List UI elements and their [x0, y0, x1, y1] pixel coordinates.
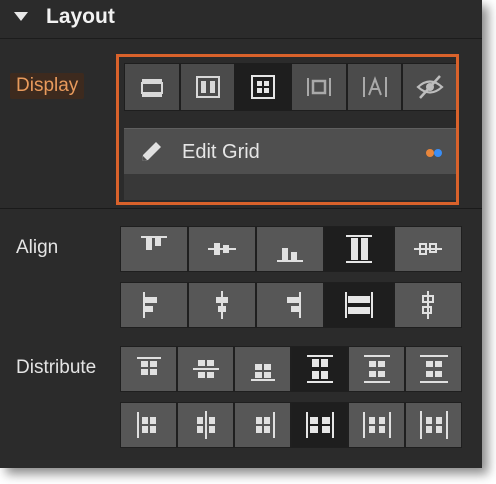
distribute-center-horizontal-button[interactable]	[177, 402, 234, 448]
align-top-button[interactable]	[120, 226, 188, 272]
distribute-left-icon	[136, 412, 156, 438]
align-top-icon	[141, 236, 167, 250]
distribute-left-button[interactable]	[120, 402, 177, 448]
align-bottom-button[interactable]	[256, 226, 324, 272]
align-center-vertical-button[interactable]	[188, 226, 256, 272]
distribute-space-evenly-horizontal-icon	[419, 411, 448, 439]
distribute-space-between-vertical-icon	[306, 355, 333, 383]
distribute-space-around-vertical-icon	[363, 355, 390, 383]
display-label: Display	[10, 73, 85, 99]
distribute-space-between-vertical-button[interactable]	[291, 346, 348, 392]
align-bottom-icon	[277, 248, 303, 262]
section-divider	[0, 208, 482, 209]
align-right-icon	[287, 292, 301, 318]
distribute-space-around-vertical-button[interactable]	[348, 346, 405, 392]
align-baseline-button[interactable]	[394, 226, 462, 272]
align-baseline-horizontal-icon	[422, 291, 434, 319]
align-baseline-horizontal-button[interactable]	[394, 282, 462, 328]
distribute-right-icon	[255, 412, 275, 438]
align-row-2	[120, 282, 462, 328]
align-stretch-vertical-button[interactable]	[324, 226, 394, 272]
distribute-center-horizontal-icon	[196, 411, 215, 439]
align-label: Align	[16, 237, 59, 258]
distribute-center-button[interactable]	[177, 346, 234, 392]
distribute-label: Distribute	[16, 357, 97, 378]
distribute-row-2	[120, 402, 462, 448]
align-left-button[interactable]	[120, 282, 188, 328]
distribute-space-evenly-horizontal-button[interactable]	[405, 402, 462, 448]
distribute-space-between-horizontal-button[interactable]	[291, 402, 348, 448]
align-left-icon	[143, 292, 157, 318]
align-center-horizontal-icon	[216, 291, 228, 319]
distribute-row-1	[120, 346, 462, 392]
distribute-bottom-button[interactable]	[234, 346, 291, 392]
layout-panel: Layout Display Edit Grid Align Distribut…	[0, 0, 482, 468]
section-title: Layout	[46, 5, 115, 28]
distribute-space-evenly-vertical-button[interactable]	[405, 346, 462, 392]
collapse-caret-icon[interactable]	[14, 12, 28, 21]
distribute-space-around-horizontal-icon	[362, 412, 391, 438]
align-baseline-icon	[414, 243, 442, 255]
align-stretch-horizontal-icon	[345, 292, 373, 318]
distribute-top-button[interactable]	[120, 346, 177, 392]
align-center-vertical-icon	[208, 243, 236, 255]
align-stretch-vertical-icon	[346, 235, 372, 263]
distribute-space-between-horizontal-icon	[305, 412, 334, 438]
distribute-center-icon	[192, 360, 219, 378]
distribute-space-around-horizontal-button[interactable]	[348, 402, 405, 448]
distribute-right-button[interactable]	[234, 402, 291, 448]
align-row-1	[120, 226, 462, 272]
layout-section-header[interactable]: Layout	[0, 0, 482, 39]
distribute-top-icon	[136, 357, 161, 375]
align-right-button[interactable]	[256, 282, 324, 328]
display-highlight-box	[116, 54, 459, 205]
align-center-horizontal-button[interactable]	[188, 282, 256, 328]
align-stretch-horizontal-button[interactable]	[324, 282, 394, 328]
distribute-space-evenly-vertical-icon	[419, 355, 448, 383]
distribute-bottom-icon	[250, 364, 275, 381]
